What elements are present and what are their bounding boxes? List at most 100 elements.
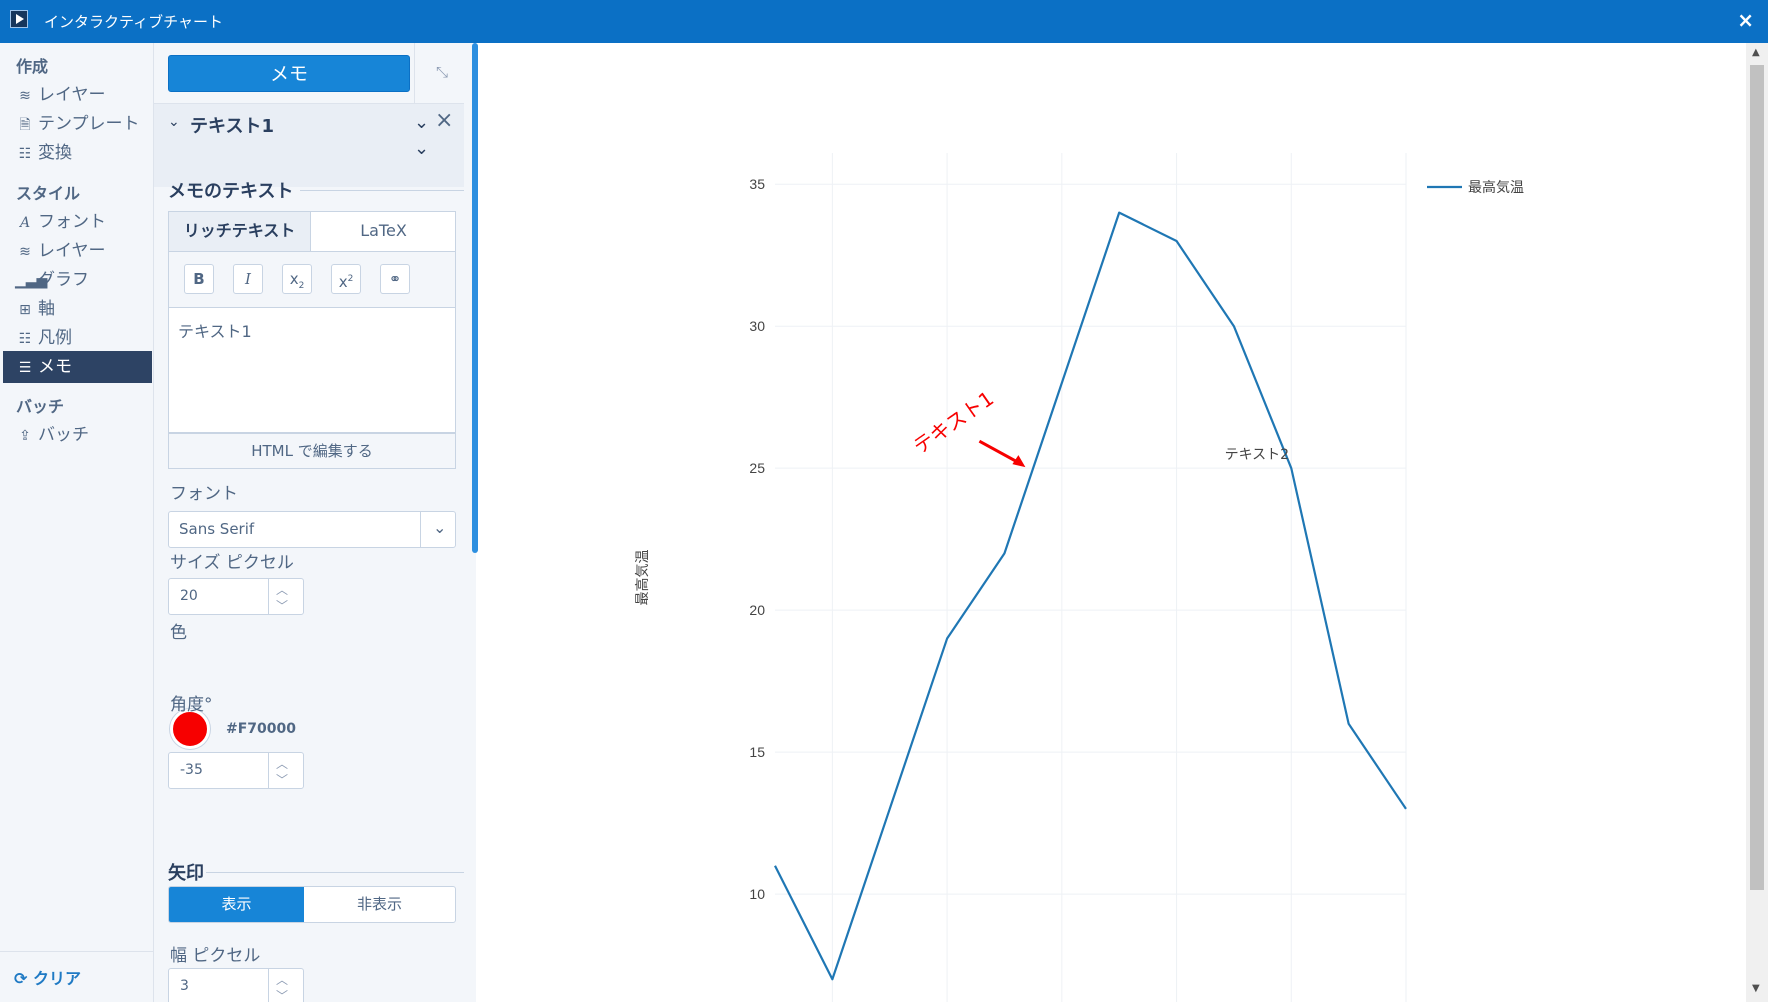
sidebar-item-layers[interactable]: ≋ レイヤー: [3, 79, 152, 111]
divider: [300, 190, 464, 191]
subscript-button[interactable]: x2: [282, 264, 312, 294]
scroll-down-icon[interactable]: ▼: [1752, 983, 1760, 994]
refresh-icon: ⟳: [14, 969, 33, 988]
chart-area: 10 15 20 25 30 35 最高気温 最高気温 テキスト1 テキスト2: [478, 43, 1746, 1002]
scroll-thumb[interactable]: [1750, 65, 1764, 890]
sidebar-item-label: テンプレート: [38, 114, 140, 134]
y-tick-label: 35: [749, 176, 765, 192]
y-axis-title: 最高気温: [634, 550, 651, 606]
increment-icon[interactable]: ︿: [276, 755, 288, 772]
sidebar-item-transform[interactable]: ☷ 変換: [3, 137, 152, 169]
increment-icon[interactable]: ︿: [276, 971, 288, 988]
size-label: サイズ ピクセル: [170, 553, 294, 573]
font-select-value: Sans Serif: [179, 520, 255, 538]
annotation-text-2: テキスト2: [1225, 447, 1290, 463]
italic-button[interactable]: I: [233, 264, 263, 294]
sidebar-item-label: 凡例: [38, 328, 72, 348]
sidebar-item-graph[interactable]: ▁▃▅グラフ: [3, 264, 152, 296]
chevron-down-icon[interactable]: ⌄: [414, 138, 429, 159]
batch-icon: ⇪: [19, 428, 31, 444]
y-tick-label: 30: [749, 318, 765, 334]
color-swatch[interactable]: [170, 709, 210, 749]
window-scrollbar[interactable]: ▲ ▼: [1746, 43, 1768, 1002]
divider: [268, 579, 269, 614]
y-tick-label: 10: [749, 886, 765, 902]
divider: [268, 969, 269, 1002]
arrow-section-title: 矢印: [168, 863, 204, 884]
series-line-最高気温: [774, 211, 1407, 981]
divider: [206, 872, 464, 873]
clear-label: クリア: [32, 969, 81, 988]
font-label: フォント: [170, 484, 238, 504]
close-window-button[interactable]: ×: [1737, 8, 1754, 32]
divider: [414, 43, 415, 103]
clear-button[interactable]: ⟳ クリア: [14, 965, 81, 989]
angle-label: 角度°: [170, 695, 213, 715]
chevron-down-icon[interactable]: ⌄: [168, 114, 180, 130]
chart-svg: 101520253035最高気温最高気温テキスト1 テキスト2: [634, 153, 1524, 1002]
sidebar-item-label: レイヤー: [38, 241, 106, 261]
rich-text-editor[interactable]: テキスト1: [168, 308, 456, 433]
decrement-icon[interactable]: ﹀: [276, 987, 288, 1002]
sidebar-item-batch[interactable]: ⇪ バッチ: [3, 419, 152, 451]
sidebar-section-batch: バッチ: [16, 397, 65, 416]
sidebar-item-templates[interactable]: 🗎 テンプレート: [3, 108, 152, 140]
arrow-show-button[interactable]: 表示: [169, 887, 304, 922]
annotation-text-1: テキスト1: [909, 386, 998, 459]
width-label: 幅 ピクセル: [170, 946, 261, 966]
font-select[interactable]: Sans Serif ⌄: [168, 511, 456, 548]
sidebar-item-label: 変換: [38, 143, 72, 163]
color-label: 色: [170, 623, 187, 643]
sidebar-item-label: グラフ: [38, 270, 89, 290]
sidebar-item-label: レイヤー: [38, 85, 106, 105]
window-title: インタラクティブチャート: [44, 13, 223, 31]
fold-header[interactable]: ⌄ テキスト1 ⌄ × ⌄: [154, 103, 464, 187]
divider: [0, 951, 154, 952]
sidebar-section-style: スタイル: [16, 184, 81, 203]
subscript-x: x: [289, 270, 299, 288]
add-memo-button[interactable]: メモ: [168, 55, 410, 92]
superscript-x: x: [338, 273, 348, 291]
legend-label: 最高気温: [1468, 179, 1524, 196]
app-icon: [10, 10, 28, 28]
notes-panel: メモ ⤡ ⌄ テキスト1 ⌄ × ⌄ メモのテキスト リッチテキスト LaTeX…: [154, 43, 476, 1002]
size-stepper[interactable]: 20 ︿ ﹀: [168, 578, 304, 615]
decrement-icon[interactable]: ﹀: [276, 597, 288, 614]
sidebar-item-label: バッチ: [38, 425, 89, 445]
sidebar-item-label: フォント: [38, 212, 106, 232]
size-value: 20: [180, 588, 198, 604]
delete-icon[interactable]: ×: [435, 108, 453, 133]
format-toolbar: B I x2 x2 ⚭: [168, 251, 456, 308]
color-hex: #F70000: [226, 721, 296, 737]
link-icon: ⚭: [388, 270, 402, 288]
width-stepper[interactable]: 3 ︿ ﹀: [168, 968, 304, 1002]
link-button[interactable]: ⚭: [380, 264, 410, 294]
scroll-up-icon[interactable]: ▲: [1752, 47, 1760, 58]
collapse-icon[interactable]: ⤡: [436, 63, 448, 81]
sidebar-item-notes[interactable]: ☰ メモ: [3, 351, 152, 383]
sidebar-item-axes[interactable]: ⊞ 軸: [3, 293, 152, 325]
arrow-hide-button[interactable]: 非表示: [304, 887, 455, 922]
divider: [268, 753, 269, 788]
sidebar-item-font[interactable]: A フォント: [3, 206, 152, 238]
angle-stepper[interactable]: -35 ︿ ﹀: [168, 752, 304, 789]
subscript-2: 2: [298, 281, 305, 291]
title-bar: インタラクティブチャート ×: [0, 0, 1768, 43]
tab-rich-text[interactable]: リッチテキスト: [169, 212, 311, 252]
html-edit-button[interactable]: HTML で編集する: [168, 433, 456, 469]
sidebar: 作成 ≋ レイヤー 🗎 テンプレート ☷ 変換 スタイル A フォント ≋ レイヤー ▁▃…: [0, 43, 154, 1002]
bold-button[interactable]: B: [184, 264, 214, 294]
increment-icon[interactable]: ︿: [276, 581, 288, 598]
tab-latex[interactable]: LaTeX: [311, 212, 456, 252]
sidebar-section-create: 作成: [16, 57, 49, 76]
sidebar-item-legend[interactable]: ☷ 凡例: [3, 322, 152, 354]
list-icon: ☷: [18, 146, 32, 162]
chevron-down-icon[interactable]: ⌄: [414, 112, 429, 133]
decrement-icon[interactable]: ﹀: [276, 771, 288, 788]
arrow-toggle: 表示 非表示: [168, 886, 456, 923]
y-tick-label: 15: [749, 744, 765, 760]
memo-text-section-title: メモのテキスト: [168, 181, 294, 202]
sidebar-item-style-layers[interactable]: ≋ レイヤー: [3, 235, 152, 267]
superscript-2: 2: [347, 274, 354, 284]
superscript-button[interactable]: x2: [331, 264, 361, 294]
